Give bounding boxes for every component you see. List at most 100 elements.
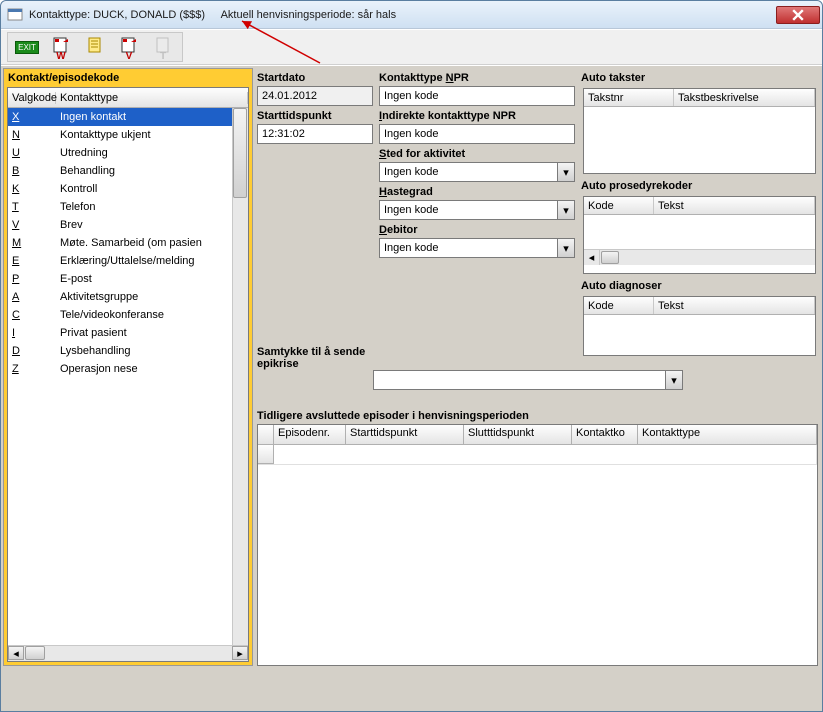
list-row-code: M: [8, 237, 56, 249]
title-patient: DUCK, DONALD ($$$): [93, 9, 205, 21]
samtykke-dropdown-button[interactable]: ▾: [665, 370, 683, 390]
toolbar-doc-button[interactable]: [78, 33, 112, 61]
samtykke-combo[interactable]: ▾: [373, 370, 683, 390]
list-row[interactable]: TTelefon: [8, 198, 248, 216]
debitor-label: Debitor: [379, 224, 575, 236]
window-title: Kontakttype: DUCK, DONALD ($$$) Aktuell …: [29, 9, 396, 21]
list-row-label: Utredning: [56, 147, 248, 159]
scroll-thumb-h[interactable]: [25, 646, 45, 660]
list-row-code: Z: [8, 363, 56, 375]
starttid-label: Starttidspunkt: [257, 110, 373, 122]
title-period-label: Aktuell henvisningsperiode:: [221, 9, 355, 21]
scroll-left-button[interactable]: ◂: [8, 646, 24, 660]
debitor-combo[interactable]: ▾: [379, 238, 575, 258]
list-row[interactable]: KKontroll: [8, 180, 248, 198]
col-kontakttype[interactable]: Kontakttype: [56, 92, 248, 104]
list-scrollbar-horizontal[interactable]: ◂ ▸: [8, 645, 248, 661]
debitor-input[interactable]: [379, 238, 557, 258]
samtykke-input[interactable]: [373, 370, 665, 390]
right-panel: Startdato Starttidspunkt Samtykke til å …: [257, 68, 818, 666]
debitor-dropdown-button[interactable]: ▾: [557, 238, 575, 258]
app-icon: [7, 7, 23, 23]
list-scrollbar-vertical[interactable]: [232, 108, 248, 645]
sted-dropdown-button[interactable]: ▾: [557, 162, 575, 182]
list-row[interactable]: VBrev: [8, 216, 248, 234]
list-row-label: Ingen kontakt: [56, 111, 248, 123]
list-row[interactable]: CTele/videokonferanse: [8, 306, 248, 324]
list-row[interactable]: BBehandling: [8, 162, 248, 180]
ep-col-kontaktkode[interactable]: Kontaktko: [572, 425, 638, 444]
list-row-label: Brev: [56, 219, 248, 231]
panel-title: Kontakt/episodekode: [4, 69, 252, 87]
list-row-label: E-post: [56, 273, 248, 285]
list-row[interactable]: DLysbehandling: [8, 342, 248, 360]
list-row[interactable]: ZOperasjon nese: [8, 360, 248, 378]
sted-input[interactable]: [379, 162, 557, 182]
npr-input[interactable]: [379, 86, 575, 106]
form-col-dates: Startdato Starttidspunkt Samtykke til å …: [257, 68, 373, 372]
ep-col-episodenr[interactable]: Episodenr.: [274, 425, 346, 444]
list-row-code: U: [8, 147, 56, 159]
starttid-input[interactable]: [257, 124, 373, 144]
list-row[interactable]: AAktivitetsgruppe: [8, 288, 248, 306]
auto-takster-grid[interactable]: Takstnr Takstbeskrivelse: [583, 88, 816, 174]
title-period-value: sår hals: [358, 9, 397, 21]
list-row[interactable]: PE-post: [8, 270, 248, 288]
startdato-label: Startdato: [257, 72, 373, 84]
prosedyre-scrollbar[interactable]: ◂: [584, 249, 815, 265]
scroll-thumb[interactable]: [233, 108, 247, 198]
list-row-code: D: [8, 345, 56, 357]
toolbar-t-button[interactable]: T: [146, 33, 180, 61]
hastegrad-combo[interactable]: ▾: [379, 200, 575, 220]
ep-col-slutttid[interactable]: Slutttidspunkt: [464, 425, 572, 444]
startdato-input[interactable]: [257, 86, 373, 106]
prosedyre-col-kode[interactable]: Kode: [584, 197, 654, 214]
list-row[interactable]: XIngen kontakt: [8, 108, 248, 126]
hastegrad-dropdown-button[interactable]: ▾: [557, 200, 575, 220]
toolbar: EXIT W V T: [1, 29, 822, 65]
diagnoser-col-tekst[interactable]: Tekst: [654, 297, 815, 314]
takster-col-beskrivelse[interactable]: Takstbeskrivelse: [674, 89, 815, 106]
npr-label: Kontakttype NPR: [379, 72, 575, 84]
exit-icon: EXIT: [15, 41, 39, 54]
list-row[interactable]: EErklæring/Uttalelse/melding: [8, 252, 248, 270]
form-col-auto: Auto takster Takstnr Takstbeskrivelse Au…: [581, 68, 818, 372]
takster-col-takstnr[interactable]: Takstnr: [584, 89, 674, 106]
hastegrad-input[interactable]: [379, 200, 557, 220]
close-button[interactable]: [776, 6, 820, 24]
app-window: Kontakttype: DUCK, DONALD ($$$) Aktuell …: [0, 0, 823, 712]
auto-takster-title: Auto takster: [581, 72, 818, 84]
list-row-label: Kontakttype ukjent: [56, 129, 248, 141]
toolbar-v-button[interactable]: V: [112, 33, 146, 61]
indirekte-npr-input[interactable]: [379, 124, 575, 144]
list-row-label: Privat pasient: [56, 327, 248, 339]
list-row-code: C: [8, 309, 56, 321]
exit-button[interactable]: EXIT: [10, 33, 44, 61]
episodes-row-empty[interactable]: [258, 445, 817, 465]
ep-col-starttid[interactable]: Starttidspunkt: [346, 425, 464, 444]
list-row-code: K: [8, 183, 56, 195]
scroll-right-button[interactable]: ▸: [232, 646, 248, 660]
diagnoser-col-kode[interactable]: Kode: [584, 297, 654, 314]
kontakttype-list[interactable]: Valgkode Kontakttype XIngen kontaktNKont…: [7, 87, 249, 662]
titlebar: Kontakttype: DUCK, DONALD ($$$) Aktuell …: [1, 1, 822, 29]
ep-col-marker[interactable]: [258, 425, 274, 444]
sted-combo[interactable]: ▾: [379, 162, 575, 182]
list-row[interactable]: UUtredning: [8, 144, 248, 162]
ep-col-kontakttype[interactable]: Kontakttype: [638, 425, 817, 444]
col-valgkode[interactable]: Valgkode: [8, 92, 56, 104]
auto-diagnoser-grid[interactable]: Kode Tekst: [583, 296, 816, 356]
episodes-table[interactable]: Episodenr. Starttidspunkt Slutttidspunkt…: [257, 424, 818, 666]
toolbar-w-button[interactable]: W: [44, 33, 78, 61]
prosedyre-col-tekst[interactable]: Tekst: [654, 197, 815, 214]
list-row-code: B: [8, 165, 56, 177]
list-row[interactable]: IPrivat pasient: [8, 324, 248, 342]
list-row-code: I: [8, 327, 56, 339]
samtykke-label: Samtykke til å sende epikrise: [257, 346, 373, 370]
list-row-label: Lysbehandling: [56, 345, 248, 357]
auto-prosedyre-grid[interactable]: Kode Tekst ◂: [583, 196, 816, 274]
episodes-empty-area: [258, 465, 817, 665]
list-row[interactable]: MMøte. Samarbeid (om pasien: [8, 234, 248, 252]
title-prefix: Kontakttype:: [29, 9, 90, 21]
list-row[interactable]: NKontakttype ukjent: [8, 126, 248, 144]
